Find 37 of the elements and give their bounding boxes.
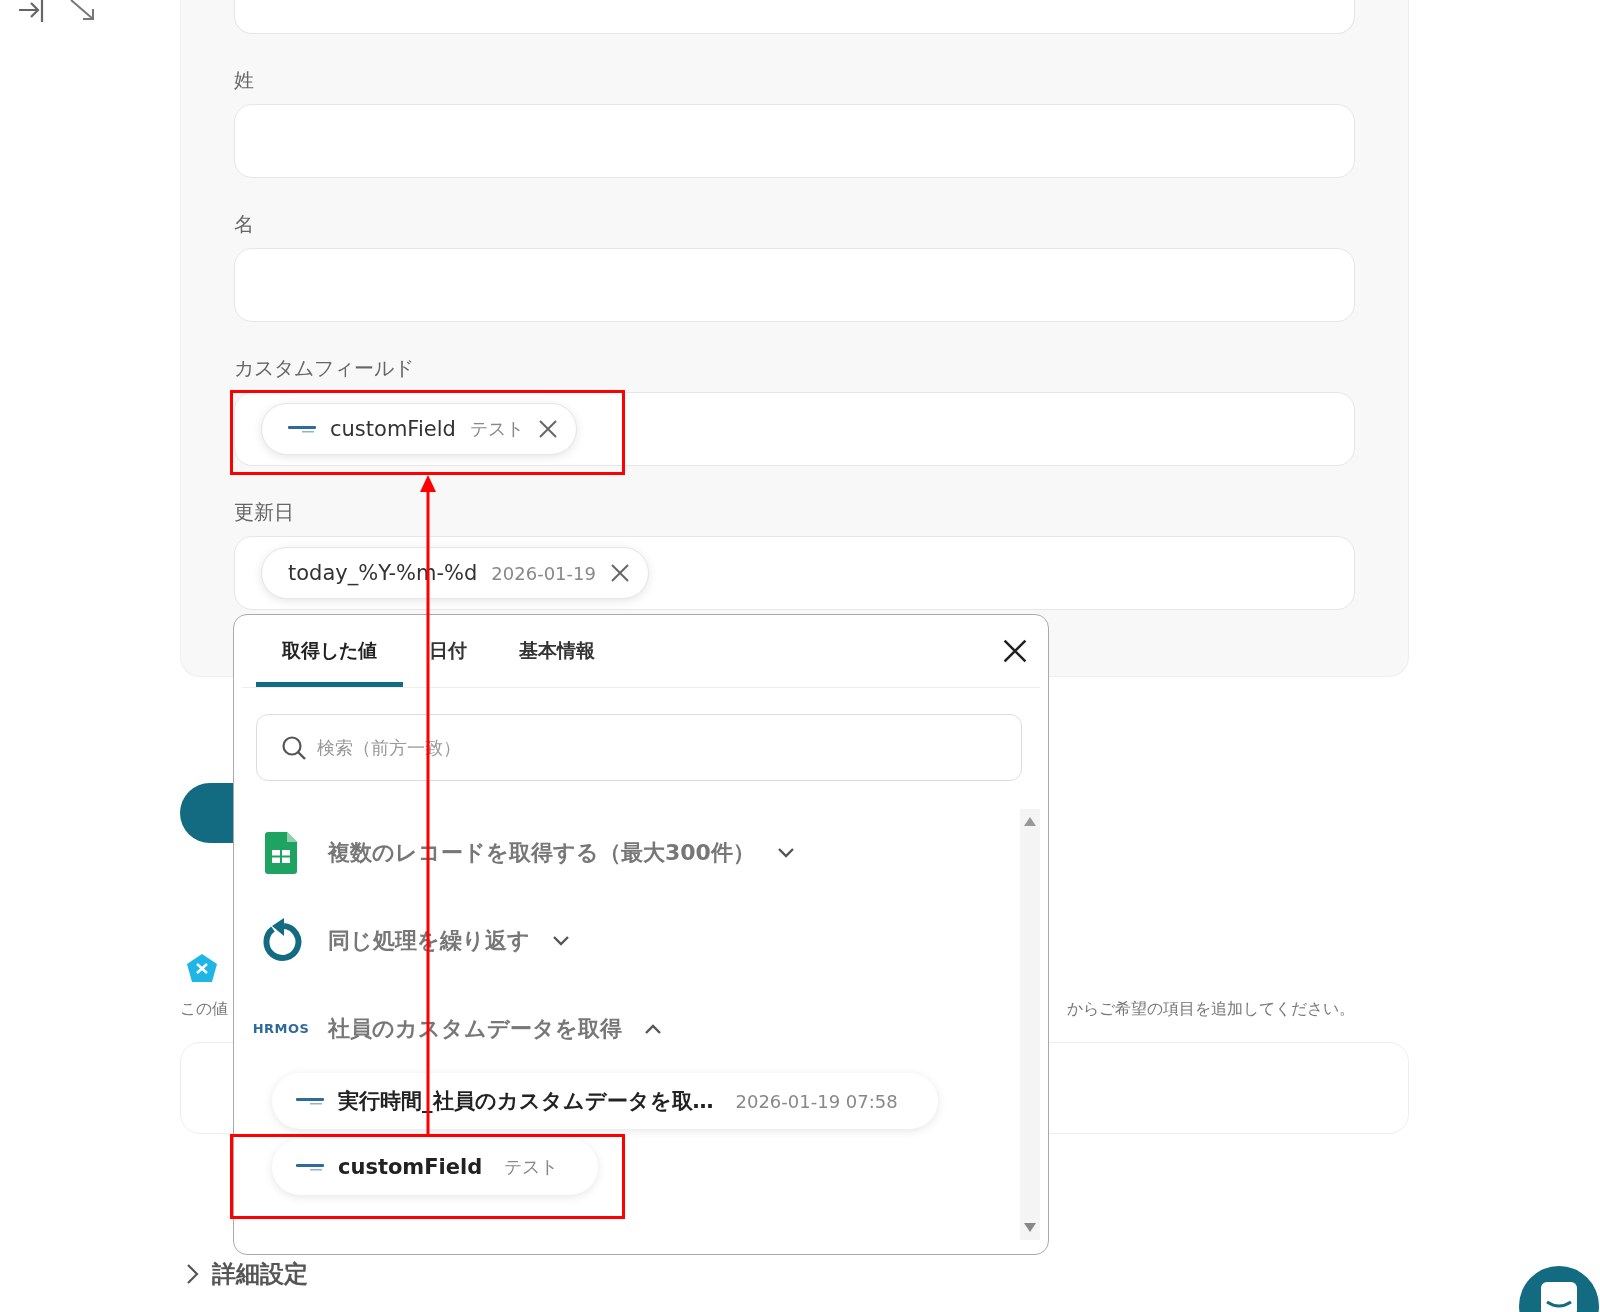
variable-value: 2026-01-19 07:58 [735,1090,898,1112]
loop-icon [260,918,302,964]
scroll-up-icon[interactable] [1024,817,1036,826]
field-label: 姓 [234,68,255,92]
variable-value: テスト [504,1155,559,1179]
variable-value: テスト [469,417,524,441]
chat-icon[interactable] [1519,1264,1600,1312]
input-field[interactable]: customField テスト [234,392,1355,466]
app-logo: HRMOS [252,1021,310,1037]
logo-icon [296,1096,324,1106]
variable-item[interactable]: customField テスト [272,1139,599,1195]
resize-icon[interactable] [68,0,96,22]
logo-icon [288,424,316,434]
advanced-toggle[interactable]: 詳細設定 [186,1258,1409,1290]
scroll-down-icon[interactable] [1024,1223,1036,1232]
collapse-icon[interactable] [18,0,44,22]
search-icon [281,734,307,761]
spreadsheet-icon [265,832,297,874]
variable-chip[interactable]: customField テスト [261,403,577,455]
input-field[interactable] [234,0,1355,34]
scrollbar[interactable] [1020,809,1040,1240]
close-icon[interactable] [1002,638,1028,664]
logo-icon [296,1162,324,1172]
variable-name: customField [330,417,456,441]
hint-text: この値 [180,999,228,1020]
input-field[interactable] [234,248,1355,322]
input-field[interactable] [234,104,1355,178]
hint-text: からご希望の項目を追加してください。 [1067,999,1355,1020]
tab[interactable]: 日付 [403,615,493,687]
variable-name: customField [338,1155,483,1179]
app-icon [186,953,218,983]
tab[interactable]: 基本情報 [493,615,621,687]
variable-value: 2026-01-19 [491,562,596,584]
field-label: 名 [234,212,255,236]
tab[interactable]: 取得した値 [256,615,403,687]
field-label: カスタムフィールド [234,356,415,380]
field-label: 更新日 [234,500,295,524]
